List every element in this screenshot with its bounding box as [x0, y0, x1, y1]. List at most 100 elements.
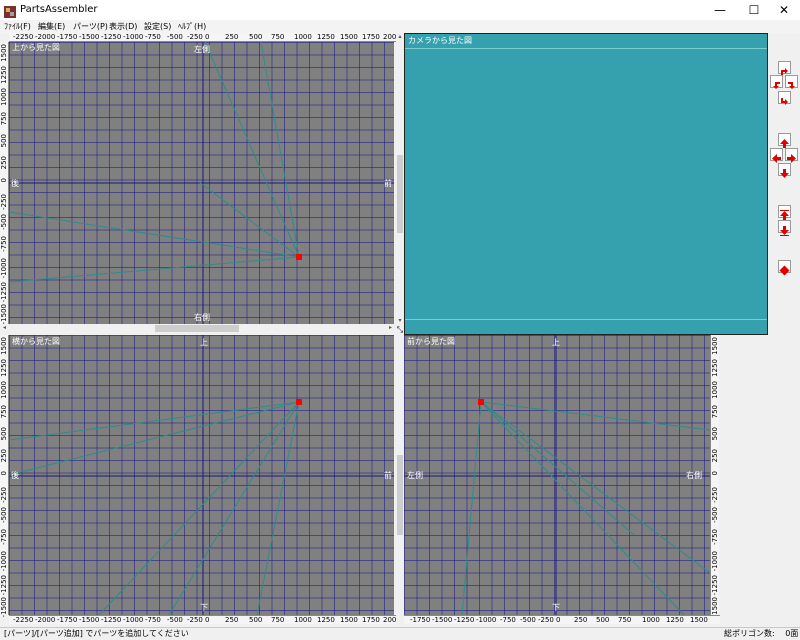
ruler-tick-label: 0: [0, 178, 8, 183]
side-view-ruler-h: -2250 -2000 -1750 -1500 -1250 -1000 -750…: [9, 615, 396, 624]
ruler-tick-label: 1500: [711, 337, 719, 355]
ruler-tick-label: 750: [0, 405, 8, 419]
ruler-tick-label: -1250: [454, 616, 475, 624]
ruler-tick-label: 1250: [317, 33, 335, 41]
close-button[interactable]: ✕: [768, 0, 800, 20]
ruler-tick-label: 250: [574, 616, 588, 624]
camera-view-pane[interactable]: カメラから見た図: [404, 33, 768, 335]
scroll-up-arrow-icon[interactable]: ▴: [396, 33, 404, 41]
menu-edit[interactable]: 編集(E): [38, 21, 65, 32]
rotate-up-icon[interactable]: [778, 61, 791, 75]
zoom-in-icon[interactable]: [778, 205, 791, 220]
scroll-left-arrow-icon[interactable]: ◂: [0, 324, 9, 332]
ruler-tick-label: 500: [249, 33, 263, 41]
side-view-label-right: 前: [384, 471, 392, 480]
ruler-tick-label: 750: [0, 112, 8, 126]
ruler-tick-label: 500: [0, 427, 8, 441]
top-view-title: 上から見た図: [12, 43, 60, 52]
minimize-button[interactable]: —: [704, 0, 736, 20]
camera-view-title: カメラから見た図: [408, 36, 472, 45]
side-view-pane[interactable]: 1500 1250 1000 750 500 250 0 -250 -500 -…: [0, 335, 396, 627]
ruler-tick-label: -1500: [432, 616, 453, 624]
resize-corner-icon[interactable]: ⤡: [396, 325, 404, 334]
front-view-title: 前から見た図: [407, 337, 455, 346]
rotate-right-icon[interactable]: [785, 75, 798, 89]
app-icon: [4, 3, 16, 18]
ruler-tick-label: 250: [711, 449, 719, 463]
zoom-out-icon[interactable]: [778, 220, 791, 236]
ruler-tick-label: 1250: [666, 616, 684, 624]
ruler-tick-label: -500: [167, 616, 183, 624]
move-right-icon[interactable]: [785, 148, 798, 163]
ruler-tick-label: 250: [225, 616, 239, 624]
ruler-tick-label: -1750: [57, 33, 78, 41]
top-view-vscrollbar[interactable]: ▴ ▾: [396, 33, 404, 325]
menu-settings[interactable]: 設定(S): [144, 21, 171, 32]
top-view-label-bottom: 右側: [194, 313, 210, 322]
move-down-icon[interactable]: [778, 163, 791, 178]
top-view-pane[interactable]: -2250 -2000 -1750 -1500 -1250 -1000 -750…: [0, 33, 396, 333]
side-view-label-left: 後: [11, 471, 19, 480]
ruler-tick-label: 0: [0, 471, 8, 476]
ruler-tick-label: -2250: [13, 33, 34, 41]
ruler-tick-label: 1000: [642, 616, 660, 624]
ruler-tick-label: -750: [711, 529, 719, 545]
front-view-label-right: 右側: [686, 471, 702, 480]
ruler-tick-label: -250: [538, 616, 554, 624]
ruler-tick-label: -2000: [35, 33, 56, 41]
ruler-tick-label: 2000: [383, 616, 396, 624]
ruler-tick-label: -750: [145, 616, 161, 624]
rotate-down-icon[interactable]: [778, 91, 791, 105]
scroll-thumb[interactable]: [397, 155, 403, 233]
ruler-tick-label: 1500: [690, 616, 708, 624]
menu-parts[interactable]: パーツ(P): [73, 21, 108, 32]
ruler-tick-label: -750: [145, 33, 161, 41]
ruler-tick-label: 0: [556, 616, 561, 624]
ruler-tick-label: 250: [0, 156, 8, 170]
menu-file[interactable]: ﾌｧｲﾙ(F): [4, 21, 31, 32]
scroll-thumb[interactable]: [155, 325, 239, 332]
menu-help[interactable]: ﾍﾙﾌﾟ(H): [178, 21, 206, 32]
front-view-pane[interactable]: 1500 1250 1000 750 500 250 0 -250 -500 -…: [404, 335, 720, 627]
ruler-tick-label: -250: [187, 33, 203, 41]
front-view-label-bottom: 下: [552, 603, 560, 612]
move-left-icon[interactable]: [770, 148, 783, 163]
ruler-tick-label: 1250: [317, 616, 335, 624]
ruler-tick-label: -1750: [57, 616, 78, 624]
ruler-tick-label: -500: [167, 33, 183, 41]
ruler-tick-label: -2250: [13, 616, 34, 624]
top-view-hscrollbar[interactable]: ◂ ▸: [0, 324, 396, 333]
ruler-tick-label: -1750: [410, 616, 431, 624]
ruler-tick-label: 500: [711, 427, 719, 441]
ruler-tick-label: -500: [711, 507, 719, 523]
side-view-vscrollbar[interactable]: [396, 335, 404, 627]
ruler-tick-label: 1750: [362, 33, 380, 41]
ruler-tick-label: 250: [225, 33, 239, 41]
top-view-ruler-h: -2250 -2000 -1750 -1500 -1250 -1000 -750…: [9, 33, 396, 42]
side-view-title: 横から見た図: [12, 337, 60, 346]
scroll-right-arrow-icon[interactable]: ▸: [386, 324, 395, 332]
ruler-tick-label: 1500: [0, 44, 8, 62]
ruler-tick-label: 1250: [711, 359, 719, 377]
ruler-tick-label: 1000: [0, 88, 8, 106]
ruler-tick-label: 1500: [340, 616, 358, 624]
ruler-tick-label: -1500: [79, 616, 100, 624]
reset-view-icon[interactable]: [778, 260, 791, 276]
ruler-tick-label: -1000: [476, 616, 497, 624]
rotate-left-icon[interactable]: [770, 75, 783, 89]
ruler-tick-label: 750: [271, 33, 285, 41]
move-up-icon[interactable]: [778, 133, 791, 148]
scroll-thumb[interactable]: [397, 455, 403, 535]
title-bar[interactable]: [0, 0, 800, 21]
maximize-button[interactable]: ☐: [738, 0, 770, 20]
ruler-tick-label: -750: [500, 616, 516, 624]
ruler-tick-label: 2000: [383, 33, 396, 41]
view-tool-panel: [768, 33, 800, 335]
ruler-tick-label: -1250: [0, 282, 8, 303]
side-view-label-top: 上: [200, 338, 208, 347]
ruler-tick-label: 1000: [0, 381, 8, 399]
ruler-tick-label: 1250: [0, 359, 8, 377]
scroll-down-arrow-icon[interactable]: ▾: [396, 317, 404, 325]
menu-view[interactable]: 表示(D): [109, 21, 137, 32]
ruler-tick-label: -1500: [0, 304, 8, 325]
